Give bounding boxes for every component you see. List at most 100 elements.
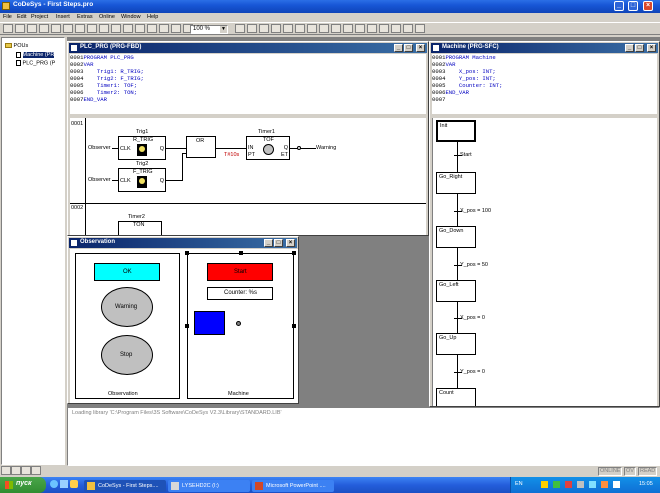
logout-icon[interactable] xyxy=(51,24,61,33)
input-icon[interactable] xyxy=(283,24,293,33)
minimize-button[interactable]: _ xyxy=(264,239,273,247)
minimize-button[interactable]: _ xyxy=(394,44,403,52)
zoom-icon[interactable] xyxy=(391,24,401,33)
zoom-select[interactable]: 100 % ▼ xyxy=(190,25,228,34)
save-icon[interactable] xyxy=(27,24,37,33)
maximize-button[interactable]: □ xyxy=(628,1,638,11)
tray-icon[interactable] xyxy=(613,481,620,488)
return-icon[interactable] xyxy=(319,24,329,33)
tray-icon[interactable] xyxy=(577,481,584,488)
menu-help[interactable]: Help xyxy=(147,14,158,20)
warning-lamp[interactable]: Warning xyxy=(101,287,153,327)
menu-online[interactable]: Online xyxy=(99,14,115,20)
maximize-button[interactable]: □ xyxy=(404,44,413,52)
trig1-block[interactable]: R_TRIG CLK Q xyxy=(118,136,166,160)
tray-icon[interactable] xyxy=(541,481,548,488)
tree-item-plc-prg[interactable]: PLC_PRG (P xyxy=(16,60,55,66)
tray-icon[interactable] xyxy=(553,481,560,488)
paste-icon[interactable] xyxy=(159,24,169,33)
cut-icon[interactable] xyxy=(135,24,145,33)
jump-icon[interactable] xyxy=(307,24,317,33)
ie-icon[interactable] xyxy=(50,480,58,488)
timer1-block[interactable]: TOF IN PT Q ET xyxy=(246,136,290,160)
or-block[interactable]: OR xyxy=(186,136,216,158)
timer2-instance: Timer2 xyxy=(128,214,145,220)
trig2-block[interactable]: F_TRIG CLK Q xyxy=(118,168,166,192)
output-icon[interactable] xyxy=(295,24,305,33)
coil-icon[interactable] xyxy=(259,24,269,33)
step-over-icon[interactable] xyxy=(99,24,109,33)
task-powerpoint[interactable]: Microsoft PowerPoint .... xyxy=(252,480,334,492)
contact-icon[interactable] xyxy=(235,24,245,33)
desktop-icon[interactable] xyxy=(60,480,68,488)
menu-edit[interactable]: Edit xyxy=(17,14,26,20)
start-button[interactable]: Start xyxy=(207,263,273,281)
network-1-number: 0001 xyxy=(71,121,84,127)
find-icon[interactable] xyxy=(171,24,181,33)
step-go-right[interactable]: Go_Right xyxy=(436,172,476,194)
close-button[interactable]: × xyxy=(647,44,656,52)
menu-project[interactable]: Project xyxy=(31,14,48,20)
language-indicator[interactable]: EN xyxy=(515,481,523,487)
order-icon[interactable] xyxy=(403,24,413,33)
close-button[interactable]: × xyxy=(643,1,653,11)
open-icon[interactable] xyxy=(15,24,25,33)
tree-item-machine[interactable]: Machine (PR xyxy=(16,52,55,59)
minimize-button[interactable]: _ xyxy=(614,1,624,11)
label-icon[interactable] xyxy=(379,24,389,33)
close-button[interactable]: × xyxy=(416,44,425,52)
step-go-up[interactable]: Go_Up xyxy=(436,333,476,355)
tray-icon[interactable] xyxy=(565,481,572,488)
selection-handle[interactable] xyxy=(185,251,189,255)
new-icon[interactable] xyxy=(3,24,13,33)
stop-icon[interactable] xyxy=(75,24,85,33)
step-go-down[interactable]: Go_Down xyxy=(436,226,476,248)
comment-icon[interactable] xyxy=(355,24,365,33)
selection-handle[interactable] xyxy=(292,324,296,328)
ok-button[interactable]: OK xyxy=(94,263,160,281)
step-init[interactable]: Init xyxy=(436,120,476,142)
step-in-icon[interactable] xyxy=(111,24,121,33)
selection-handle[interactable] xyxy=(239,251,243,255)
single-cycle-icon[interactable] xyxy=(123,24,133,33)
sfc-editor[interactable]: Init Start Go_Right X_pos = 100 Go_Down … xyxy=(432,118,657,406)
parallel-contact-icon[interactable] xyxy=(247,24,257,33)
tray-icon[interactable] xyxy=(589,481,596,488)
stop-lamp[interactable]: Stop xyxy=(101,335,153,375)
run-icon[interactable] xyxy=(63,24,73,33)
negate-icon[interactable] xyxy=(331,24,341,33)
media-icon[interactable] xyxy=(70,480,78,488)
message-window[interactable]: Loading library 'C:\Program Files\3S Sof… xyxy=(67,407,660,466)
set-reset-icon[interactable] xyxy=(343,24,353,33)
position-dot xyxy=(236,321,241,326)
close-button[interactable]: × xyxy=(286,239,295,247)
network-icon[interactable] xyxy=(367,24,377,33)
copy-icon[interactable] xyxy=(147,24,157,33)
menu-file[interactable]: File xyxy=(3,14,12,20)
clock[interactable]: 15:05 xyxy=(639,481,653,487)
tree-root[interactable]: POUs xyxy=(5,43,28,49)
variable-icon[interactable] xyxy=(415,24,425,33)
menu-extras[interactable]: Extras xyxy=(77,14,93,20)
start-button[interactable]: пуск xyxy=(0,477,46,493)
tray-icon[interactable] xyxy=(601,481,608,488)
login-icon[interactable] xyxy=(39,24,49,33)
step-go-left[interactable]: Go_Left xyxy=(436,280,476,302)
machine-declarations[interactable]: 0001PROGRAM Machine 0002VAR 0003 X_pos: IN… xyxy=(432,54,657,116)
minimize-button[interactable]: _ xyxy=(625,44,634,52)
task-drive[interactable]: LYSEHD2C (I:) xyxy=(168,480,250,492)
plc-fbd-editor[interactable]: 0001 0002 Trig1 R_TRIG CLK Q Observer Tr… xyxy=(70,118,426,235)
code-line: 0002VAR xyxy=(432,61,503,68)
selection-handle[interactable] xyxy=(292,251,296,255)
maximize-button[interactable]: □ xyxy=(274,239,283,247)
step-count[interactable]: Count xyxy=(436,388,476,406)
task-codesys[interactable]: CoDeSys - First Steps.... xyxy=(84,480,166,492)
box-icon[interactable] xyxy=(271,24,281,33)
selection-handle[interactable] xyxy=(185,324,189,328)
maximize-button[interactable]: □ xyxy=(635,44,644,52)
menu-insert[interactable]: Insert xyxy=(56,14,70,20)
plc-declarations[interactable]: 0001PROGRAM PLC_PRG 0002VAR 0003 Trig1: R_… xyxy=(70,54,426,116)
menu-window[interactable]: Window xyxy=(121,14,141,20)
breakpoint-icon[interactable] xyxy=(87,24,97,33)
timer2-block[interactable]: TON xyxy=(118,221,162,235)
